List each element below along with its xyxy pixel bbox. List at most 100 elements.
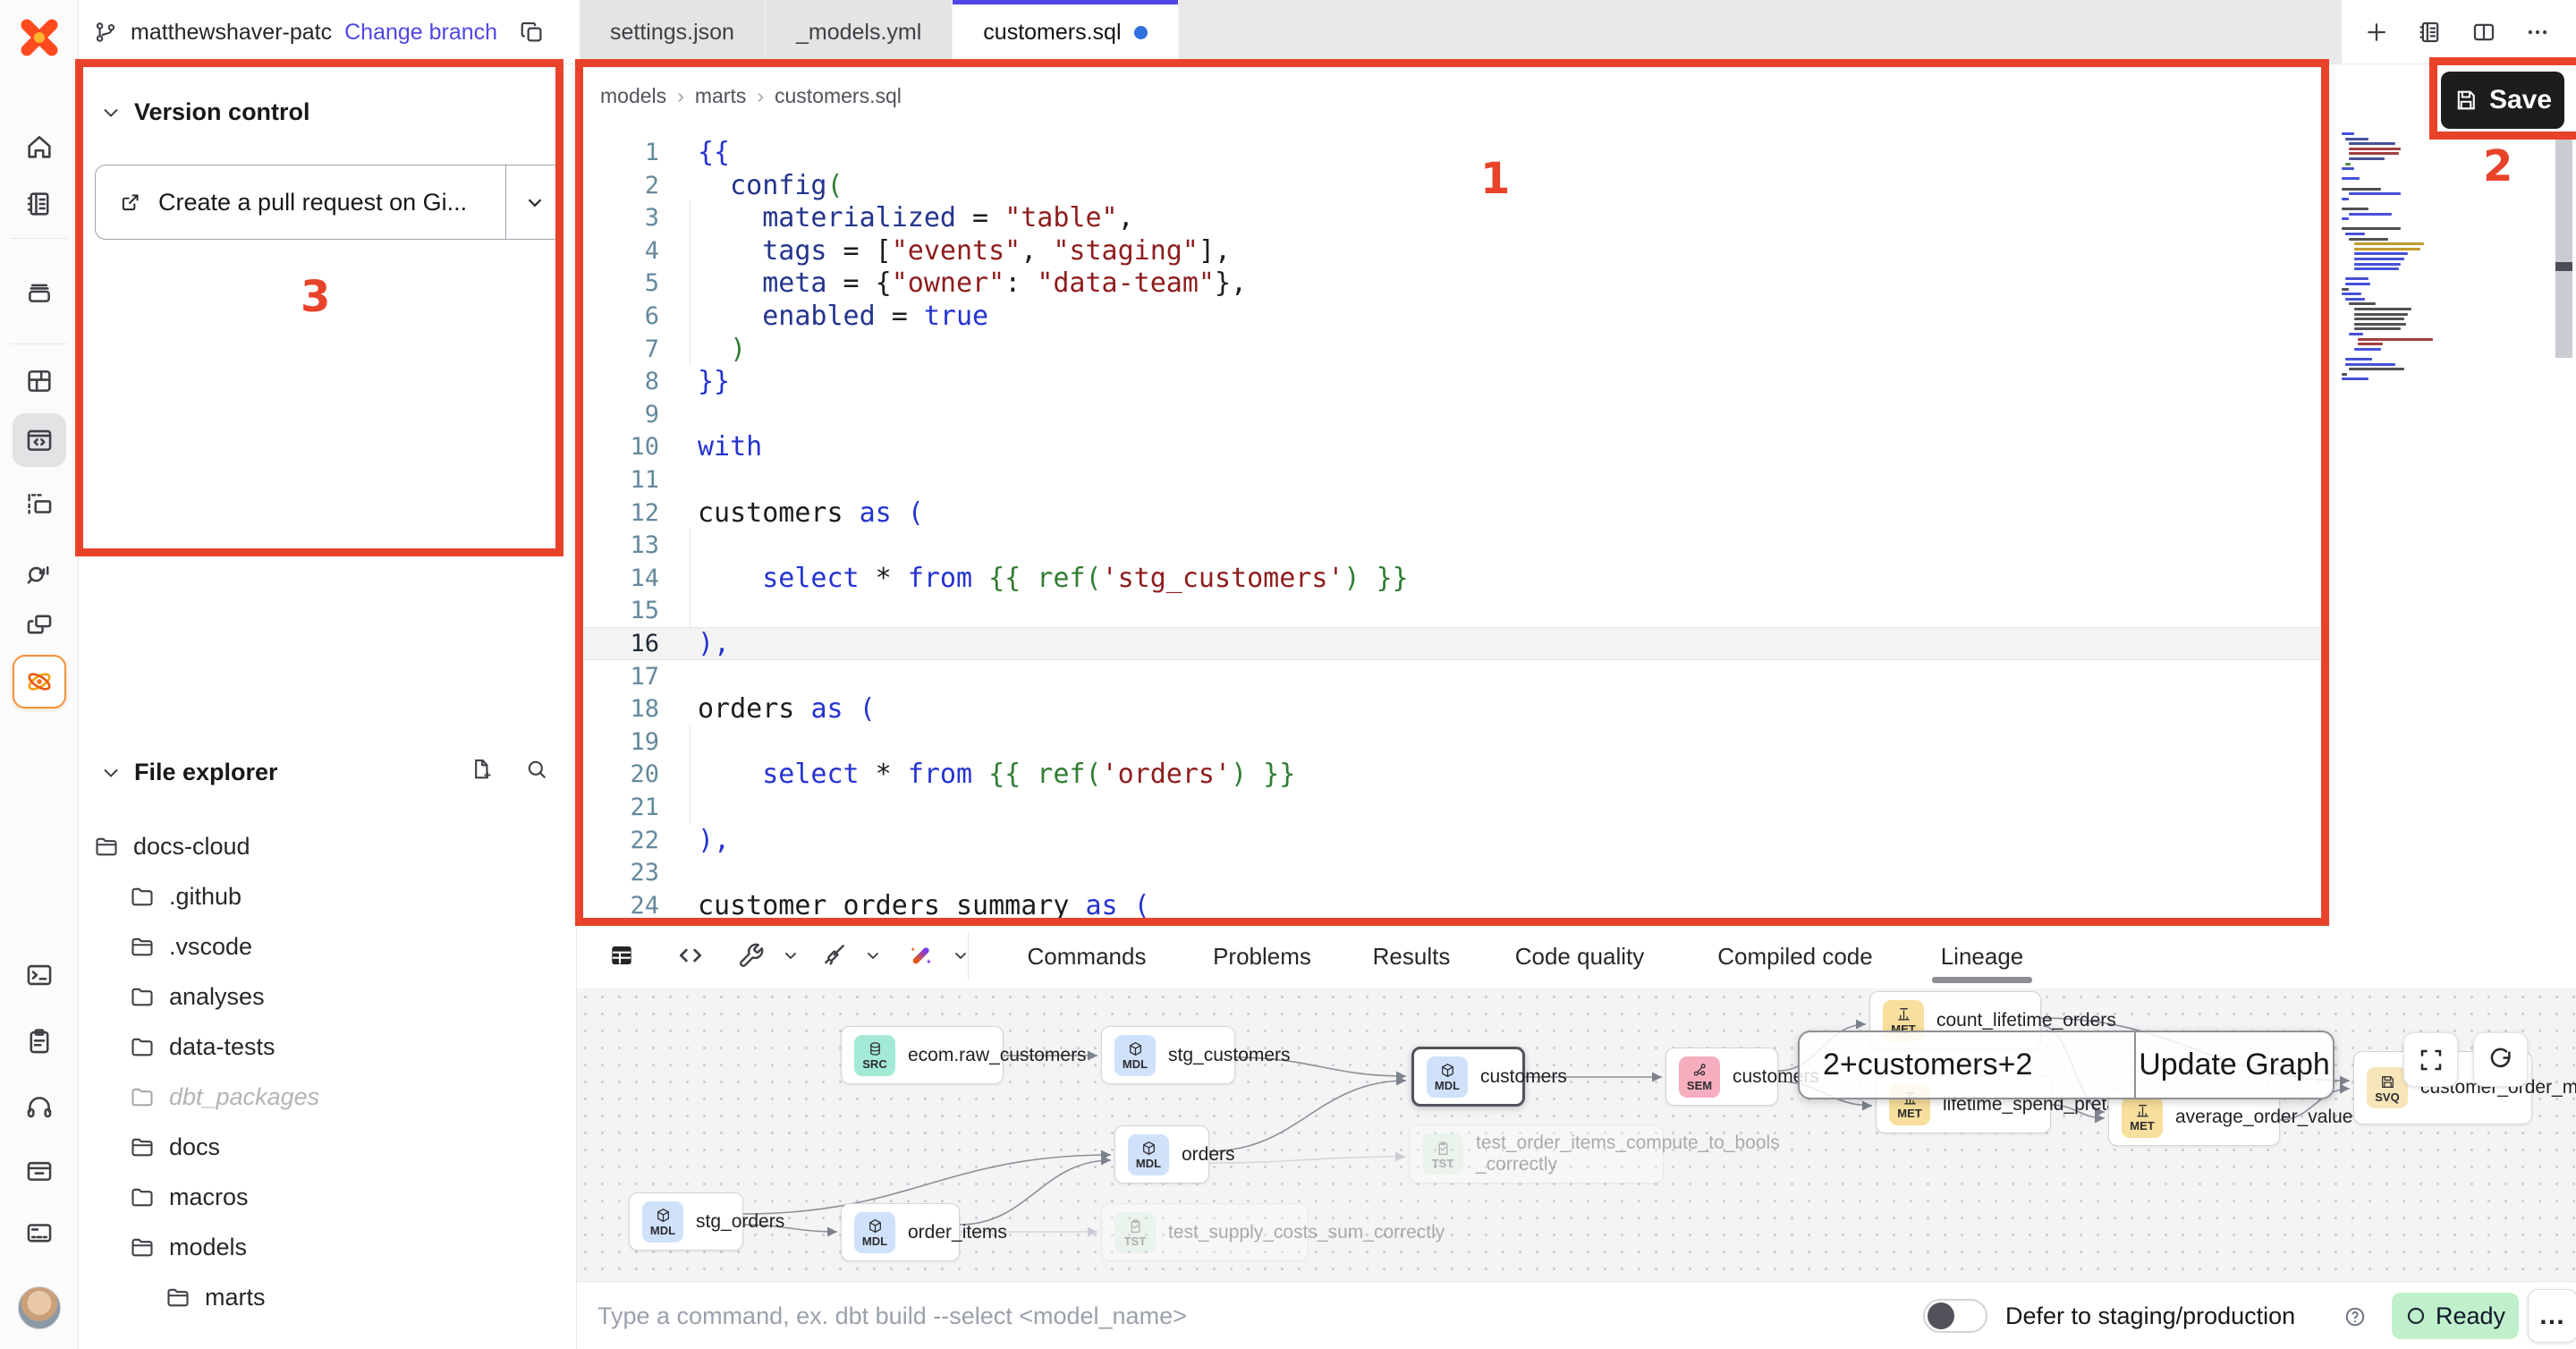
rail-item-headset-icon[interactable] xyxy=(13,1081,66,1134)
rail-item-atom-copilot-icon[interactable] xyxy=(13,655,66,708)
panel-tab-Commands[interactable]: Commands xyxy=(1028,932,1147,980)
lineage-node-ecom.raw_customers[interactable]: SRCecom.raw_customers xyxy=(841,1026,1004,1084)
panel-tab-Problems[interactable]: Problems xyxy=(1213,932,1311,980)
code-editor[interactable]: models›marts›customers.sql 1{{2 config(3… xyxy=(577,64,2576,926)
broom-icon-button[interactable] xyxy=(814,936,853,975)
pr-dropdown-button[interactable] xyxy=(505,165,563,239)
code-line[interactable]: with xyxy=(698,430,762,463)
lineage-node-customers[interactable]: SEMcustomers xyxy=(1665,1048,1778,1106)
code-line[interactable]: enabled = true xyxy=(698,300,988,333)
lineage-node-order_items[interactable]: MDLorder_items xyxy=(841,1203,960,1261)
results-table-icon-button[interactable] xyxy=(602,936,641,975)
scrollbar[interactable] xyxy=(2555,136,2572,358)
code-line[interactable]: meta = {"owner": "data-team"}, xyxy=(698,267,1247,300)
lineage-canvas[interactable]: SRCecom.raw_customers MDLstg_customers MDL… xyxy=(577,988,2576,1281)
panel-tab-Code quality[interactable]: Code quality xyxy=(1515,932,1645,980)
tree-item-analyses[interactable]: analyses xyxy=(130,977,265,1016)
ellipsis-icon[interactable] xyxy=(2524,19,2551,46)
breadcrumb-item[interactable]: customers.sql xyxy=(775,84,902,108)
panel-tab-Results[interactable]: Results xyxy=(1373,932,1451,980)
create-pull-request-button[interactable]: Create a pull request on Gi... xyxy=(95,165,564,240)
change-branch-link[interactable]: Change branch xyxy=(344,20,497,46)
tab-_models.yml[interactable]: _models.yml xyxy=(766,0,953,64)
chevron-down-icon[interactable] xyxy=(771,936,810,975)
code-line[interactable]: {{ xyxy=(698,136,730,169)
minimap-line xyxy=(2358,343,2383,345)
tree-item-.vscode[interactable]: .vscode xyxy=(130,927,252,966)
file-explorer-header[interactable]: File explorer xyxy=(100,759,278,786)
rail-item-drawer-icon[interactable] xyxy=(13,1143,66,1197)
rail-item-clipboard-icon[interactable] xyxy=(13,1014,66,1068)
copy-icon[interactable] xyxy=(519,19,546,46)
magic-wand-icon-button[interactable] xyxy=(902,936,941,975)
code-line[interactable]: }} xyxy=(698,365,730,398)
plus-icon[interactable] xyxy=(2363,19,2390,46)
code-line[interactable]: ), xyxy=(698,627,730,660)
tree-item-marts[interactable]: marts xyxy=(165,1277,266,1317)
lineage-node-customers[interactable]: MDLcustomers xyxy=(1411,1047,1525,1107)
defer-toggle[interactable] xyxy=(1923,1299,1987,1333)
code-line[interactable]: tags = ["events", "staging"], xyxy=(698,234,1231,267)
tree-item-macros[interactable]: macros xyxy=(130,1177,249,1217)
code-line[interactable]: config( xyxy=(698,169,843,202)
code-line[interactable]: select * from {{ ref('stg_customers') }} xyxy=(698,562,1409,595)
help-icon[interactable] xyxy=(2343,1305,2367,1328)
search-icon[interactable] xyxy=(524,757,549,782)
tab-customers.sql[interactable]: customers.sql xyxy=(953,0,1178,64)
rail-item-terminal-icon[interactable] xyxy=(13,948,66,1002)
indent-guide xyxy=(690,594,691,627)
graph-selector-input[interactable]: 2+customers+2 xyxy=(1800,1032,2134,1098)
lineage-node-stg_orders[interactable]: MDLstg_orders xyxy=(629,1192,743,1251)
tab-settings.json[interactable]: settings.json xyxy=(580,0,766,64)
tree-item-dbt_packages[interactable]: dbt_packages xyxy=(130,1077,319,1116)
tree-item-.github[interactable]: .github xyxy=(130,877,242,916)
tree-item-docs[interactable]: docs xyxy=(130,1127,220,1167)
command-input[interactable]: Type a command, ex. dbt build --select <… xyxy=(597,1282,1187,1349)
code-line[interactable]: ) xyxy=(698,333,746,366)
tree-item-docs-cloud[interactable]: docs-cloud xyxy=(94,827,250,866)
code-line[interactable]: customer_orders_summary as ( xyxy=(698,889,1150,922)
lineage-node-stg_customers[interactable]: MDLstg_customers xyxy=(1101,1026,1235,1084)
split-view-icon[interactable] xyxy=(2470,19,2497,46)
dbt-logo-icon[interactable] xyxy=(14,13,64,63)
rail-item-tray-stack-icon[interactable] xyxy=(13,265,66,318)
breadcrumb-item[interactable]: models xyxy=(600,84,666,108)
chevron-down-icon[interactable] xyxy=(853,936,893,975)
panel-tab-Lineage[interactable]: Lineage xyxy=(1941,932,2024,980)
lineage-node-test_supply_costs_sum_correctly[interactable]: TSTtest_supply_costs_sum_correctly xyxy=(1101,1203,1309,1261)
lineage-node-orders[interactable]: MDLorders xyxy=(1114,1125,1209,1184)
minimap-line xyxy=(2342,188,2381,191)
new-file-icon[interactable] xyxy=(469,757,494,782)
rail-item-windows-icon[interactable] xyxy=(13,598,66,651)
panel-tab-Compiled code[interactable]: Compiled code xyxy=(1717,932,1872,980)
breadcrumb-item[interactable]: marts xyxy=(695,84,747,108)
fullscreen-button[interactable] xyxy=(2403,1032,2458,1087)
rail-item-search-insights-icon[interactable] xyxy=(13,546,66,599)
code-line[interactable]: select * from {{ ref('orders') }} xyxy=(698,758,1295,791)
code-line[interactable]: materialized = "table", xyxy=(698,201,1134,234)
branch-selector[interactable]: matthewshaver-patc Change branch xyxy=(79,0,546,64)
journal-icon[interactable] xyxy=(2417,19,2444,46)
code-line[interactable]: ), xyxy=(698,824,730,857)
avatar[interactable] xyxy=(18,1286,61,1329)
wrench-icon-button[interactable] xyxy=(732,936,771,975)
chevron-down-icon[interactable] xyxy=(941,936,980,975)
rail-item-code-editor-icon[interactable] xyxy=(13,413,66,467)
code-line[interactable]: orders as ( xyxy=(698,692,876,725)
tree-item-data-tests[interactable]: data-tests xyxy=(130,1027,275,1066)
tree-item-models[interactable]: models xyxy=(130,1227,247,1267)
rail-item-blocks-icon[interactable] xyxy=(13,354,66,408)
version-control-header[interactable]: Version control xyxy=(100,98,310,126)
rail-item-journal-icon[interactable] xyxy=(13,177,66,231)
update-graph-button[interactable]: Update Graph xyxy=(2134,1032,2333,1098)
rail-item-frame-select-icon[interactable] xyxy=(13,478,66,531)
rail-item-home-icon[interactable] xyxy=(13,120,66,174)
save-button[interactable]: Save xyxy=(2441,72,2564,129)
code-line[interactable]: customers as ( xyxy=(698,496,924,530)
refresh-button[interactable] xyxy=(2473,1032,2528,1087)
rail-item-card-icon[interactable] xyxy=(13,1206,66,1260)
minimap[interactable] xyxy=(2342,132,2547,633)
lineage-node-test_order_items_compute_to_bools[interactable]: TSTtest_order_items_compute_to_bools _co… xyxy=(1409,1124,1664,1184)
more-options-button[interactable]: … xyxy=(2528,1289,2576,1343)
code-icon-button[interactable] xyxy=(671,936,710,975)
